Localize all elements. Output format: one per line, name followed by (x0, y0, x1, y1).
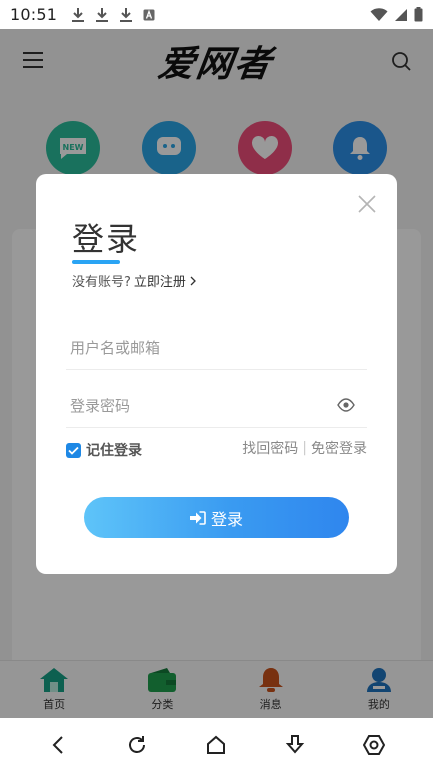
download-icon (72, 7, 85, 22)
passwordless-login-link[interactable]: 免密登录 (311, 438, 367, 458)
forgot-password-link[interactable]: 找回密码 (242, 438, 298, 458)
status-bar: 10:51 (0, 0, 433, 29)
home-button-icon[interactable] (205, 734, 227, 756)
register-link[interactable]: 立即注册 (134, 271, 186, 290)
download-icon (96, 7, 109, 22)
download-icon (120, 7, 133, 22)
login-modal: 登录 没有账号? 立即注册 记住登录 找回密码 | 免密登录 登录 (36, 174, 397, 574)
username-field (66, 326, 367, 370)
login-title: 登录 (72, 220, 141, 258)
username-input[interactable] (66, 326, 367, 369)
status-notification-icons (71, 7, 155, 23)
login-button-label: 登录 (210, 511, 243, 529)
back-icon[interactable] (49, 735, 69, 755)
signal-icon (395, 8, 407, 21)
wifi-icon (370, 7, 388, 21)
login-button[interactable]: 登录 (84, 497, 349, 538)
register-prompt-text: 没有账号? (72, 275, 131, 290)
download-nav-icon[interactable] (284, 734, 306, 756)
keyboard-a-icon (143, 9, 155, 20)
check-icon (68, 446, 79, 455)
title-underline (72, 260, 120, 264)
chevron-right-icon (190, 276, 196, 285)
status-time: 10:51 (10, 5, 58, 24)
password-field (66, 384, 367, 428)
status-system-icons (370, 7, 423, 22)
remember-login[interactable]: 记住登录 (66, 440, 142, 460)
system-nav-bar (0, 718, 433, 771)
sign-in-icon (189, 510, 206, 525)
refresh-icon[interactable] (126, 734, 148, 756)
register-prompt: 没有账号? 立即注册 (72, 271, 197, 290)
settings-icon[interactable] (362, 734, 385, 756)
link-separator: | (302, 440, 307, 456)
remember-label: 记住登录 (86, 443, 142, 459)
close-icon[interactable] (357, 194, 377, 214)
eye-icon[interactable] (337, 398, 355, 412)
remember-checkbox[interactable] (66, 442, 81, 458)
auth-links: 找回密码 | 免密登录 (242, 438, 367, 458)
battery-icon (414, 7, 423, 22)
password-input[interactable] (66, 384, 367, 427)
